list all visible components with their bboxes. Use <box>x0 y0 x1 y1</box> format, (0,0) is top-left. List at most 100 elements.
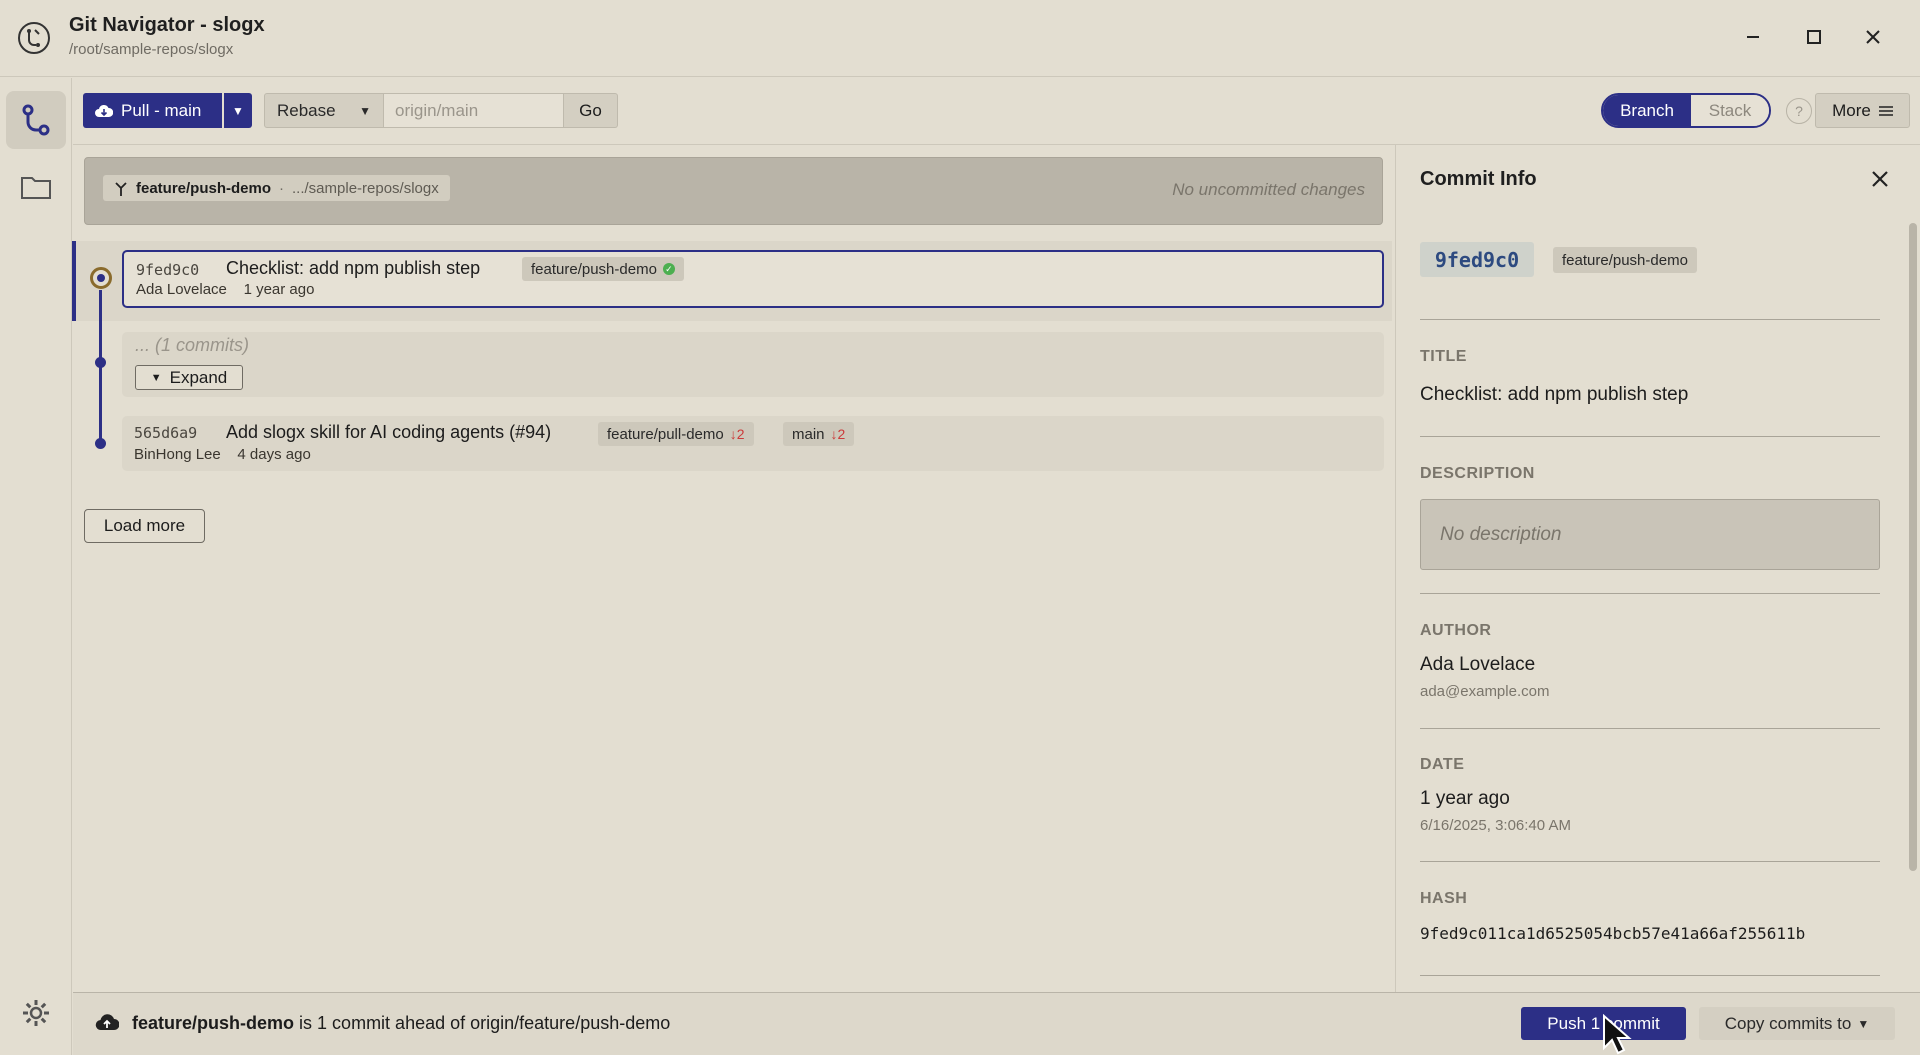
close-panel-icon[interactable] <box>1866 165 1894 193</box>
divider <box>1420 861 1880 862</box>
author-label: AUTHOR <box>1420 622 1492 639</box>
commit-row[interactable]: 565d6a9 Add slogx skill for AI coding ag… <box>122 416 1384 471</box>
date-label: DATE <box>1420 756 1465 773</box>
check-circle-icon: ✓ <box>662 263 675 275</box>
branch-tag[interactable]: feature/pull-demo ↓2 <box>598 422 754 446</box>
author-name: Ada Lovelace <box>1420 654 1536 675</box>
merge-mode-value: Rebase <box>277 100 336 120</box>
commit-node <box>95 438 106 449</box>
status-repo-path: .../sample-repos/slogx <box>292 179 439 197</box>
description-label: DESCRIPTION <box>1420 465 1535 482</box>
commit-title: Checklist: add npm publish step <box>226 258 481 278</box>
window-title: Git Navigator - slogx <box>69 14 265 36</box>
selection-indicator <box>72 241 76 321</box>
title-label: TITLE <box>1420 348 1467 365</box>
commit-info-panel: Commit Info 9fed9c0 feature/push-demo TI… <box>1395 145 1920 992</box>
title-value: Checklist: add npm publish step <box>1420 384 1689 405</box>
maximize-icon[interactable] <box>1799 22 1829 52</box>
more-label: More <box>1832 100 1871 120</box>
view-branch-button[interactable]: Branch <box>1603 95 1691 126</box>
title-bar: Git Navigator - slogx /root/sample-repos… <box>0 0 1920 77</box>
pull-button[interactable]: Pull - main <box>83 93 222 128</box>
branch-tag[interactable]: feature/push-demo ✓ <box>522 257 684 281</box>
git-graph-nav-button[interactable] <box>6 91 66 149</box>
commit-hash: 9fed9c0 <box>136 261 200 279</box>
divider <box>1420 728 1880 729</box>
window-path: /root/sample-repos/slogx <box>69 41 234 58</box>
view-mode-toggle: Branch Stack <box>1601 93 1771 128</box>
branch-tag-label: feature/pull-demo <box>607 425 724 443</box>
pull-options-dropdown[interactable]: ▼ <box>224 93 252 128</box>
divider <box>1420 975 1880 976</box>
push-status-bar: feature/push-demo is 1 commit ahead of o… <box>73 992 1920 1055</box>
settings-gear-icon[interactable] <box>16 993 56 1033</box>
copy-commits-button[interactable]: Copy commits to ▼ <box>1699 1007 1895 1040</box>
toolbar: Pull - main ▼ Rebase ▼ origin/main Go Br… <box>73 78 1920 145</box>
behind-count: ↓2 <box>830 426 846 442</box>
commit-hash: 565d6a9 <box>134 424 198 442</box>
working-copy-status: feature/push-demo · .../sample-repos/slo… <box>84 157 1383 225</box>
cloud-download-icon <box>95 104 113 117</box>
date-full: 6/16/2025, 3:06:40 AM <box>1420 817 1571 834</box>
folder-nav-button[interactable] <box>6 158 66 216</box>
panel-title: Commit Info <box>1420 168 1537 190</box>
push-branch: feature/push-demo <box>132 1013 295 1033</box>
commit-row[interactable]: 9fed9c0 Checklist: add npm publish step … <box>122 250 1384 308</box>
current-branch-chip: feature/push-demo · .../sample-repos/slo… <box>103 175 450 201</box>
divider <box>1420 593 1880 594</box>
pull-button-label: Pull - main <box>121 100 202 120</box>
view-stack-button[interactable]: Stack <box>1691 95 1769 126</box>
more-menu-button[interactable]: More <box>1815 93 1910 128</box>
collapsed-commits: ... (1 commits) ▼ Expand <box>122 332 1384 397</box>
folder-icon <box>21 177 51 199</box>
status-branch: feature/push-demo <box>136 179 272 197</box>
expand-label: Expand <box>169 367 228 387</box>
commit-author: Ada Lovelace <box>136 281 227 298</box>
chevron-down-icon: ▼ <box>1857 1016 1870 1031</box>
commit-title: Add slogx skill for AI coding agents (#9… <box>226 422 552 442</box>
commit-author-age: BinHong Lee 4 days ago <box>134 446 311 463</box>
left-rail <box>0 78 72 1055</box>
behind-count: ↓2 <box>729 426 745 442</box>
commit-author: BinHong Lee <box>134 446 221 463</box>
git-branch-icon <box>22 104 50 136</box>
merge-mode-select[interactable]: Rebase ▼ <box>264 93 384 128</box>
date-relative: 1 year ago <box>1420 788 1510 809</box>
go-button[interactable]: Go <box>564 93 618 128</box>
branch-tag[interactable]: main ↓2 <box>783 422 855 446</box>
commit-age: 4 days ago <box>237 446 311 463</box>
load-more-button[interactable]: Load more <box>84 509 205 543</box>
app-logo-icon <box>18 22 50 54</box>
push-ahead-text: is 1 commit ahead of origin/feature/push… <box>299 1013 671 1033</box>
status-separator: · <box>279 179 285 197</box>
divider <box>1420 319 1880 320</box>
expand-button[interactable]: ▼ Expand <box>135 365 243 390</box>
hash-label: HASH <box>1420 890 1468 907</box>
current-commit-node <box>90 267 112 289</box>
close-window-icon[interactable] <box>1858 22 1888 52</box>
cloud-upload-icon <box>95 1013 120 1036</box>
hamburger-icon <box>1878 105 1893 116</box>
copy-commits-label: Copy commits to <box>1724 1013 1852 1033</box>
collapsed-node <box>95 357 106 368</box>
chevron-down-icon: ▼ <box>359 103 371 118</box>
branch-tag-label: main <box>792 425 825 443</box>
divider <box>1420 436 1880 437</box>
panel-scrollbar[interactable] <box>1909 223 1917 871</box>
push-status-message: feature/push-demo is 1 commit ahead of o… <box>132 1013 670 1034</box>
help-icon[interactable]: ? <box>1786 98 1812 124</box>
commit-author-age: Ada Lovelace 1 year ago <box>136 281 314 298</box>
collapsed-count: ... (1 commits) <box>135 335 250 355</box>
target-ref-input[interactable]: origin/main <box>384 93 564 128</box>
commit-age: 1 year ago <box>243 281 315 298</box>
description-box[interactable]: No description <box>1420 499 1880 570</box>
commit-hash-chip[interactable]: 9fed9c0 <box>1420 242 1534 277</box>
minimize-icon[interactable] <box>1738 22 1768 52</box>
hash-full[interactable]: 9fed9c011ca1d6525054bcb57e41a66af255611b <box>1420 924 1805 943</box>
uncommitted-status: No uncommitted changes <box>1172 180 1365 199</box>
panel-branch-tag[interactable]: feature/push-demo <box>1553 247 1697 273</box>
branch-tag-label: feature/push-demo <box>531 260 657 278</box>
caret-down-icon: ▼ <box>150 371 162 384</box>
mouse-cursor-icon <box>1602 1013 1636 1055</box>
author-email: ada@example.com <box>1420 683 1550 700</box>
